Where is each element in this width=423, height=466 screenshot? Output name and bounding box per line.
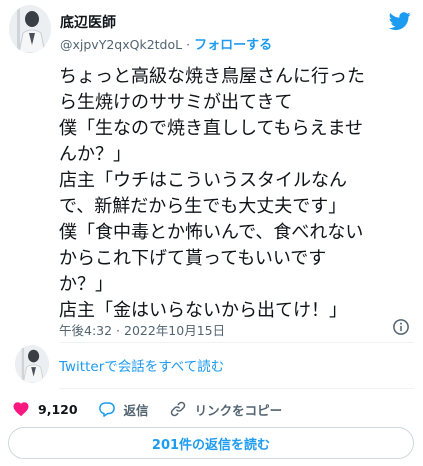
read-conversation-link[interactable]: Twitterで会話をすべて読む (59, 355, 224, 375)
embedded-tweet-card: 底辺医師 @xjpvY2qxQk2tdoL · フォローする ちょっと高級な焼き… (0, 0, 423, 466)
divider (59, 342, 414, 343)
tweet-line: ちょっと高級な焼き鳥屋さんに行った (59, 66, 365, 87)
tweet-line: か？」 (59, 274, 113, 295)
reply-label: 返信 (123, 402, 149, 418)
copy-link-button[interactable]: リンクをコピー (169, 400, 283, 419)
tweet-line: んか？」 (59, 144, 131, 165)
tweet-timestamp[interactable]: 午後4:32 · 2022年10月15日 (59, 320, 225, 339)
separator-dot: · (186, 37, 191, 52)
twitter-bird-icon[interactable] (388, 10, 412, 32)
tweet-line: で、新鮮だから生でも大丈夫です」 (59, 196, 347, 217)
reply-button[interactable]: 返信 (98, 400, 149, 419)
author-avatar[interactable] (9, 5, 51, 53)
divider (59, 388, 414, 389)
info-icon[interactable] (392, 318, 410, 336)
tweet-line: 僕「食中毒とか怖いんで、食べれない (59, 222, 364, 243)
follow-button[interactable]: フォローする (194, 38, 272, 53)
read-replies-button[interactable]: 201件の返信を読む (8, 427, 414, 459)
tweet-text: ちょっと高級な焼き鳥屋さんに行った ら生焼けのササミが出てきて 僕「生なので焼き… (59, 64, 419, 324)
link-icon (170, 401, 185, 417)
author-display-name[interactable]: 底辺医師 (60, 12, 116, 32)
tweet-line: からこれ下げて貰ってもいいです (59, 248, 327, 269)
reply-icon (98, 402, 115, 417)
conversation-avatar (15, 345, 49, 383)
tweet-actions: 9,120 返信 リンクをコピー (12, 398, 302, 420)
author-handle[interactable]: @xjpvY2qxQk2tdoL (60, 37, 182, 52)
like-count: 9,120 (38, 401, 78, 417)
tweet-line: 僕「生なので焼き直ししてもらえませ (59, 118, 364, 139)
author-handle-row: @xjpvY2qxQk2tdoL · フォローする (60, 34, 272, 53)
read-replies-label: 201件の返信を読む (151, 437, 271, 453)
tweet-line: ら生焼けのササミが出てきて (59, 92, 293, 113)
tweet-line: 店主「ウチはこういうスタイルなん (59, 170, 347, 191)
heart-icon (13, 402, 29, 417)
like-button[interactable]: 9,120 (12, 400, 78, 418)
copy-link-label: リンクをコピー (194, 402, 283, 418)
